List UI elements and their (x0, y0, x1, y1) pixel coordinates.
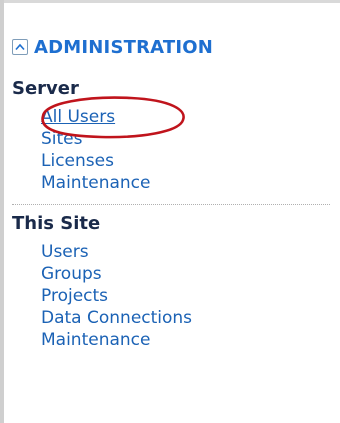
list-item: All Users (41, 96, 330, 139)
list-item: Sites (41, 128, 330, 150)
section-divider (12, 204, 330, 205)
link-site-maintenance[interactable]: Maintenance (41, 330, 150, 350)
link-groups[interactable]: Groups (41, 264, 102, 284)
link-projects[interactable]: Projects (41, 286, 108, 306)
list-item: Licenses (41, 150, 330, 172)
server-links: All Users Sites Licenses Maintenance (12, 96, 330, 194)
administration-title: ADMINISTRATION (34, 36, 214, 58)
server-heading: Server (12, 78, 79, 99)
link-sites[interactable]: Sites (41, 129, 83, 149)
list-item: Users (41, 241, 330, 263)
list-item: Projects (41, 285, 330, 307)
left-border (0, 0, 4, 423)
administration-panel: ADMINISTRATION Server All Users Sites Li… (12, 34, 330, 351)
link-all-users[interactable]: All Users (41, 107, 115, 127)
link-users[interactable]: Users (41, 242, 89, 262)
chevron-up-icon[interactable] (12, 39, 28, 55)
list-item: Groups (41, 263, 330, 285)
top-border (0, 0, 340, 3)
this-site-heading: This Site (12, 213, 101, 234)
list-item: Maintenance (41, 329, 330, 351)
list-item: Maintenance (41, 172, 330, 194)
list-item: Data Connections (41, 307, 330, 329)
link-data-connections[interactable]: Data Connections (41, 308, 192, 328)
link-licenses[interactable]: Licenses (41, 151, 114, 171)
link-server-maintenance[interactable]: Maintenance (41, 173, 150, 193)
this-site-links: Users Groups Projects Data Connections M… (12, 241, 330, 351)
administration-header[interactable]: ADMINISTRATION (12, 34, 330, 60)
